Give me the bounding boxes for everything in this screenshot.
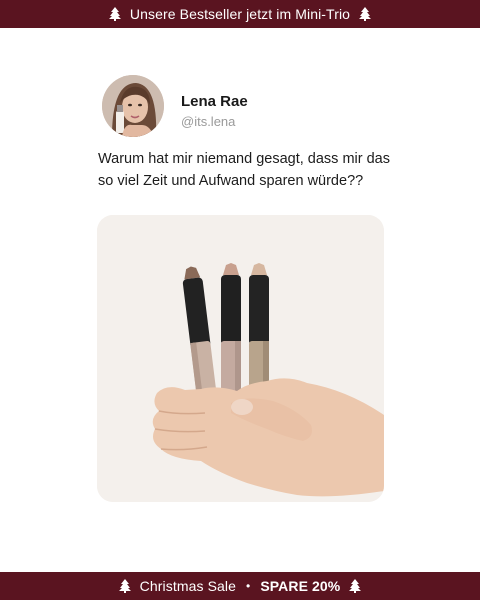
author-handle[interactable]: @its.lena [181, 114, 235, 129]
top-promo-banner[interactable]: Unsere Bestseller jetzt im Mini-Trio [0, 0, 480, 28]
product-photo [97, 215, 384, 502]
bottom-sale-banner[interactable]: Christmas Sale • SPARE 20% [0, 572, 480, 600]
discount-label: SPARE 20% [260, 578, 341, 594]
tree-icon [359, 7, 372, 21]
sale-label: Christmas Sale [139, 578, 236, 594]
tree-icon [108, 7, 121, 21]
tree-icon [118, 579, 131, 593]
tree-icon [349, 579, 362, 593]
author-name[interactable]: Lena Rae [181, 93, 248, 110]
top-banner-text: Unsere Bestseller jetzt im Mini-Trio [129, 6, 351, 22]
avatar [102, 75, 164, 137]
post-text: Warum hat mir niemand gesagt, dass mir d… [98, 148, 398, 192]
separator-dot: • [246, 579, 251, 593]
post-text-line: Warum hat mir niemand gesagt, dass mir d… [98, 151, 390, 167]
post-text-line: so viel Zeit und Aufwand sparen würde?? [98, 173, 364, 189]
